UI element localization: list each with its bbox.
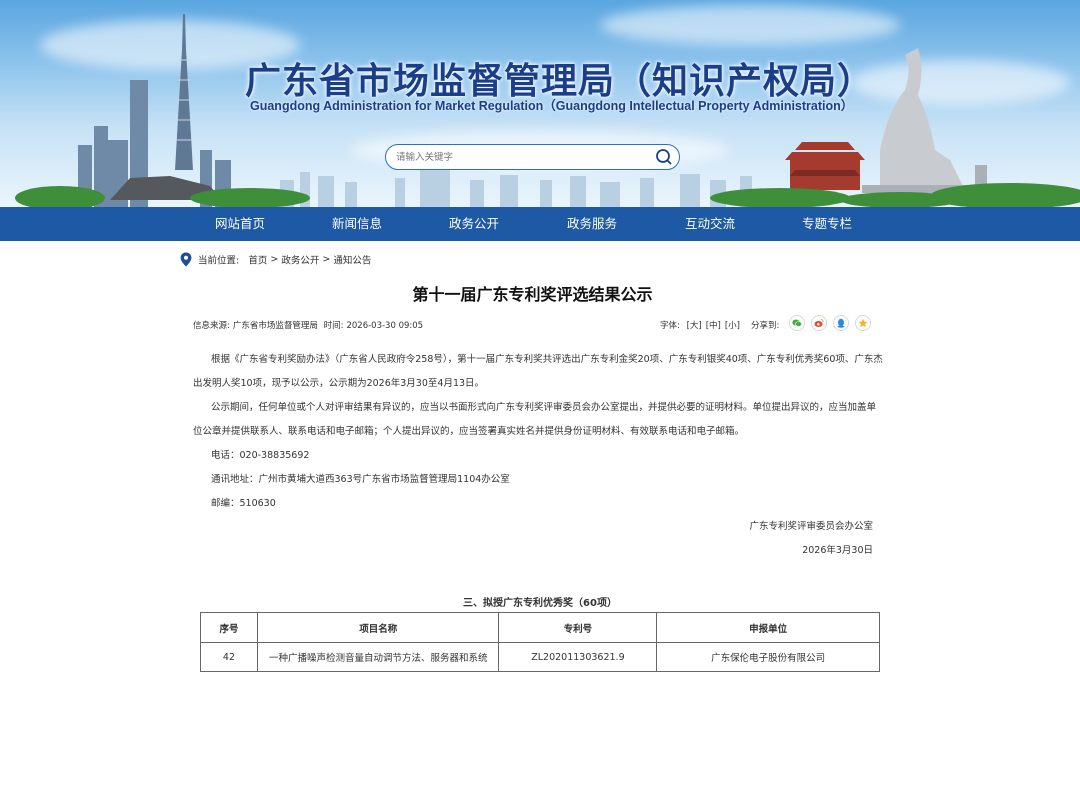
wechat-icon[interactable]	[789, 315, 805, 331]
qq-icon[interactable]	[833, 315, 849, 331]
nav-item-home[interactable]: 网站首页	[190, 207, 290, 241]
time-label: 时间:	[323, 321, 344, 331]
article-meta: 信息来源: 广东省市场监督管理局 时间: 2026-03-30 09:05	[193, 319, 426, 331]
article-title: 第十一届广东专利奖评选结果公示	[412, 285, 653, 304]
time-value: 2026-03-30 09:05	[346, 321, 424, 331]
cell-project-name: 一种广播噪声检测音量自动调节方法、服务器和系统	[256, 642, 500, 672]
source-value: 广东省市场监督管理局	[232, 321, 318, 331]
site-subtitle: Guangdong Administration for Market Regu…	[250, 99, 854, 113]
weibo-icon[interactable]	[811, 315, 827, 331]
cell-patent-number: ZL202011303621.9	[498, 642, 658, 672]
paragraph-objection: 公示期间，任何单位或个人对评审结果有异议的，应当以书面形式向广东专利奖评审委员会…	[193, 402, 877, 437]
cell-applicant: 广东保伦电子股份有限公司	[656, 642, 880, 672]
site-banner: 广东省市场监督管理局（知识产权局） Guangdong Administrati…	[0, 0, 1080, 207]
search-input[interactable]	[396, 149, 646, 165]
table-header-row: 序号 项目名称 专利号 申报单位	[200, 612, 880, 643]
font-size-medium[interactable]: [中]	[706, 321, 721, 331]
breadcrumb-separator: >	[322, 254, 331, 265]
breadcrumb-home[interactable]: 首页	[248, 256, 267, 267]
main-nav: 网站首页 新闻信息 政务公开 政务服务 互动交流 专题专栏	[0, 207, 1080, 241]
nav-item-government-affairs[interactable]: 政务公开	[424, 207, 524, 241]
search-icon[interactable]	[655, 148, 673, 166]
signature-office: 广东专利奖评审委员会办公室	[749, 521, 873, 532]
breadcrumb-prefix: 当前位置:	[198, 255, 240, 267]
contact-phone: 电话：020-38835692	[211, 450, 310, 461]
nav-item-news[interactable]: 新闻信息	[307, 207, 407, 241]
column-header-index: 序号	[200, 612, 258, 643]
column-header-project-name: 项目名称	[256, 612, 500, 643]
search-box	[385, 144, 680, 170]
paragraph-intro: 根据《广东省专利奖励办法》（广东省人民政府令258号），第十一届广东专利奖共评选…	[193, 354, 883, 389]
qzone-icon[interactable]	[855, 315, 871, 331]
breadcrumb-separator: >	[270, 254, 279, 265]
breadcrumb-notices[interactable]: 通知公告	[333, 256, 371, 267]
table-caption: 三、拟授广东专利优秀奖（60项）	[463, 598, 617, 609]
font-size-label: 字体:	[660, 321, 680, 331]
font-size-switcher: 字体: [大] [中] [小]	[660, 319, 740, 331]
nav-item-services[interactable]: 政务服务	[542, 207, 642, 241]
column-header-applicant: 申报单位	[656, 612, 880, 643]
nav-item-interaction[interactable]: 互动交流	[660, 207, 760, 241]
breadcrumb: 当前位置: 首页 > 政务公开 > 通知公告	[180, 252, 371, 268]
share-label: 分享到:	[751, 321, 780, 331]
signature-date: 2026年3月30日	[802, 545, 873, 556]
source-label: 信息来源:	[193, 321, 230, 331]
award-table: 序号 项目名称 专利号 申报单位 42 一种广播噪声检测音量自动调节方法、服务器…	[200, 612, 880, 672]
font-size-small[interactable]: [小]	[725, 321, 740, 331]
column-header-patent-number: 专利号	[498, 612, 658, 643]
contact-postcode: 邮编：510630	[211, 498, 276, 509]
location-icon	[180, 252, 192, 267]
nav-item-topics[interactable]: 专题专栏	[777, 207, 877, 241]
breadcrumb-government-affairs[interactable]: 政务公开	[281, 256, 319, 267]
contact-address: 通讯地址：广州市黄埔大道西363号广东省市场监督管理局1104办公室	[211, 474, 510, 485]
font-size-large[interactable]: [大]	[687, 321, 702, 331]
cell-index: 42	[200, 642, 258, 672]
table-row: 42 一种广播噪声检测音量自动调节方法、服务器和系统 ZL20201130362…	[200, 642, 880, 672]
